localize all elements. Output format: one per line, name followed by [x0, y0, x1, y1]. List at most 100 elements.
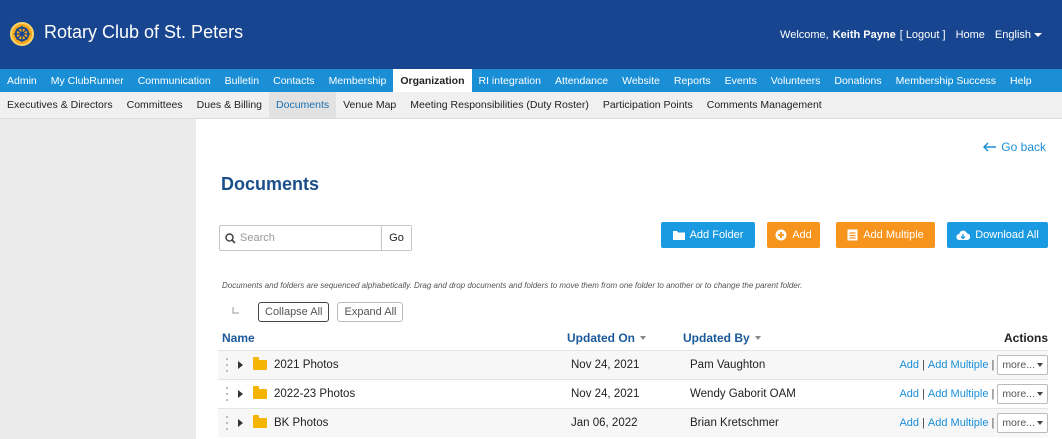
table-row[interactable]: 2022-23 Photos Nov 24, 2021 Wendy Gaborit …	[218, 379, 1048, 408]
search-input[interactable]	[240, 232, 370, 244]
sub-nav-item-dues-billing[interactable]: Dues & Billing	[190, 92, 269, 118]
go-back-label: Go back	[1001, 140, 1046, 154]
multi-doc-icon	[847, 229, 858, 241]
row-add-link[interactable]: Add	[899, 359, 919, 371]
row-add-multiple-link[interactable]: Add Multiple	[928, 359, 989, 371]
add-folder-label: Add Folder	[689, 229, 744, 241]
separator: |	[922, 359, 925, 371]
top-header: Rotary Club of St. Peters Welcome, Keith…	[0, 0, 1062, 69]
main-nav-item-contacts[interactable]: Contacts	[266, 69, 321, 92]
row-add-multiple-link[interactable]: Add Multiple	[928, 388, 989, 400]
chevron-down-icon	[1034, 33, 1042, 38]
separator: |	[991, 359, 995, 371]
site-title[interactable]: Rotary Club of St. Peters	[44, 22, 243, 43]
separator: |	[991, 388, 995, 400]
updated-on: Nov 24, 2021	[571, 359, 640, 371]
chevron-down-icon	[1037, 363, 1043, 367]
info-text: Documents and folders are sequenced alph…	[222, 281, 803, 290]
sub-nav-item-comments-management[interactable]: Comments Management	[700, 92, 829, 118]
language-select[interactable]: English	[995, 29, 1042, 41]
updated-by: Pam Vaughton	[690, 359, 766, 371]
search-icon	[220, 232, 240, 244]
expand-arrow-icon[interactable]	[238, 390, 243, 398]
plus-circle-icon	[775, 229, 787, 241]
sub-nav-item-venue-map[interactable]: Venue Map	[336, 92, 403, 118]
home-link[interactable]: Home	[956, 29, 985, 41]
folder-icon	[253, 415, 267, 428]
more-dropdown[interactable]: more...	[997, 355, 1048, 375]
main-nav-item-membership-success[interactable]: Membership Success	[889, 69, 1003, 92]
updated-on: Jan 06, 2022	[571, 417, 638, 429]
folder-icon	[253, 357, 267, 370]
left-sidebar	[0, 119, 196, 439]
folder-icon	[253, 386, 267, 399]
main-nav-item-help[interactable]: Help	[1003, 69, 1039, 92]
row-add-multiple-link[interactable]: Add Multiple	[928, 417, 989, 429]
chevron-down-icon	[1037, 392, 1043, 396]
sort-icon	[640, 336, 646, 340]
updated-on: Nov 24, 2021	[571, 388, 640, 400]
drag-handle-icon[interactable]	[226, 416, 230, 430]
main-nav: Admin My ClubRunner Communication Bulletin C…	[0, 69, 1062, 92]
main-nav-item-membership[interactable]: Membership	[322, 69, 394, 92]
go-back-link[interactable]: Go back	[983, 140, 1046, 154]
add-folder-button[interactable]: Add Folder	[661, 222, 755, 248]
sub-nav-item-participation-points[interactable]: Participation Points	[596, 92, 700, 118]
separator: |	[991, 417, 995, 429]
column-name[interactable]: Name	[222, 331, 255, 345]
folder-name[interactable]: BK Photos	[274, 417, 328, 429]
sub-nav-item-documents[interactable]: Documents	[269, 92, 337, 118]
main-nav-item-communication[interactable]: Communication	[131, 69, 218, 92]
main-nav-item-reports[interactable]: Reports	[667, 69, 718, 92]
sub-nav-item-meeting-responsibilities-duty-roster-[interactable]: Meeting Responsibilities (Duty Roster)	[403, 92, 596, 118]
main-nav-item-volunteers[interactable]: Volunteers	[764, 69, 828, 92]
table-row[interactable]: BK Photos Jan 06, 2022 Brian Kretschmer Add…	[218, 408, 1048, 437]
table-header: Name Updated On Updated By Actions	[222, 331, 1048, 349]
main-nav-item-admin[interactable]: Admin	[0, 69, 44, 92]
main-nav-item-attendance[interactable]: Attendance	[548, 69, 615, 92]
row-actions: Add | Add Multiple | more...	[899, 413, 1048, 433]
drag-handle-icon[interactable]	[226, 387, 230, 401]
more-dropdown[interactable]: more...	[997, 413, 1048, 433]
row-add-link[interactable]: Add	[899, 388, 919, 400]
page-title: Documents	[221, 174, 320, 194]
main-nav-item-donations[interactable]: Donations	[827, 69, 888, 92]
row-add-link[interactable]: Add	[899, 417, 919, 429]
add-multiple-button[interactable]: Add Multiple	[836, 222, 935, 248]
collapse-all-button[interactable]: Collapse All	[258, 302, 330, 322]
expand-all-button[interactable]: Expand All	[337, 302, 404, 322]
folder-icon	[672, 231, 685, 240]
arrow-left-icon	[983, 142, 997, 152]
chevron-down-icon	[1037, 421, 1043, 425]
download-all-button[interactable]: Download All	[947, 222, 1048, 248]
main-nav-item-events[interactable]: Events	[718, 69, 764, 92]
sub-nav-item-executives-directors[interactable]: Executives & Directors	[0, 92, 120, 118]
main-nav-item-my-clubrunner[interactable]: My ClubRunner	[44, 69, 131, 92]
folder-name[interactable]: 2022-23 Photos	[274, 388, 355, 400]
column-updated-on[interactable]: Updated On	[567, 331, 646, 345]
table-row[interactable]: 2021 Photos Nov 24, 2021 Pam Vaughton Add | A…	[218, 350, 1048, 379]
expand-arrow-icon[interactable]	[238, 361, 243, 369]
separator: |	[922, 417, 925, 429]
expand-arrow-icon[interactable]	[238, 419, 243, 427]
drag-handle-icon[interactable]	[226, 358, 230, 372]
welcome-text: Welcome,	[780, 29, 829, 41]
main-nav-item-bulletin[interactable]: Bulletin	[218, 69, 266, 92]
updated-by: Wendy Gaborit OAM	[690, 388, 796, 400]
add-button[interactable]: Add	[767, 222, 820, 248]
column-updated-by[interactable]: Updated By	[683, 331, 761, 345]
main-nav-item-website[interactable]: Website	[615, 69, 667, 92]
cloud-download-icon	[956, 230, 971, 240]
main-nav-item-ri-integration[interactable]: RI integration	[472, 69, 548, 92]
folder-name[interactable]: 2021 Photos	[274, 359, 339, 371]
more-dropdown[interactable]: more...	[997, 384, 1048, 404]
go-button[interactable]: Go	[381, 226, 411, 250]
search-box: Go	[219, 225, 412, 251]
sub-nav-item-committees[interactable]: Committees	[120, 92, 190, 118]
rotary-logo-icon[interactable]	[10, 22, 34, 46]
tree-indent-icon	[222, 306, 250, 319]
logout-link[interactable]: [ Logout ]	[900, 29, 946, 41]
user-name: Keith Payne	[832, 29, 896, 41]
main-nav-item-organization[interactable]: Organization	[393, 69, 472, 92]
sort-icon	[754, 336, 761, 340]
